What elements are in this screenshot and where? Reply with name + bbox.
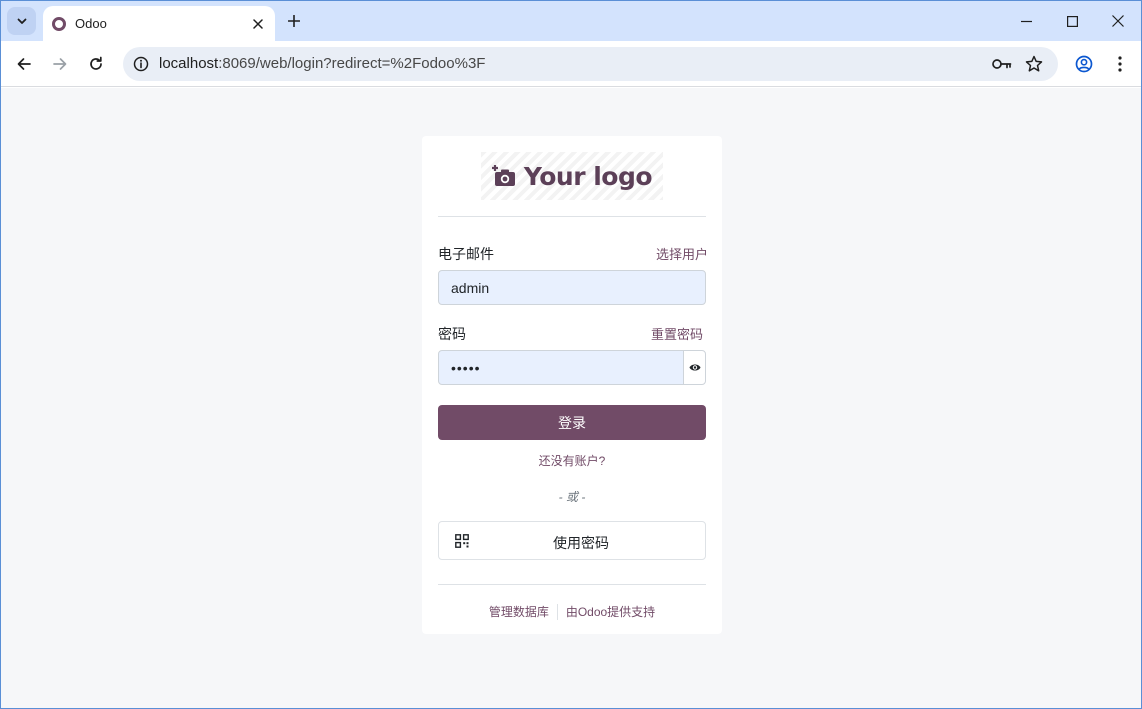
- minimize-button[interactable]: [1003, 1, 1049, 41]
- footer-divider: [438, 584, 706, 585]
- reset-password-link[interactable]: 重置密码: [651, 324, 703, 343]
- maximize-button[interactable]: [1049, 1, 1095, 41]
- email-label: 电子邮件: [438, 246, 494, 262]
- passkey-label: 使用密码: [553, 535, 609, 551]
- forward-button[interactable]: [46, 50, 74, 78]
- email-field[interactable]: admin: [438, 270, 706, 305]
- profile-button[interactable]: [1070, 50, 1098, 78]
- logo-text: Your logo: [523, 161, 653, 191]
- new-tab-button[interactable]: [283, 10, 305, 32]
- company-logo: Your logo: [481, 152, 663, 200]
- profile-icon: [1075, 55, 1093, 73]
- password-group: •••••: [438, 350, 706, 385]
- address-bar[interactable]: localhost:8069/web/login?redirect=%2Fodo…: [123, 47, 1058, 81]
- show-password-button[interactable]: [683, 350, 706, 385]
- or-separator: - 或 -: [558, 490, 586, 504]
- arrow-left-icon: [17, 58, 31, 70]
- arrow-right-icon: [53, 58, 67, 70]
- window-close-button[interactable]: [1095, 1, 1141, 41]
- tab-bar: Odoo: [1, 1, 1141, 41]
- close-icon: [1112, 15, 1124, 27]
- password-key-icon[interactable]: [991, 53, 1013, 75]
- more-vertical-icon: [1118, 56, 1122, 72]
- password-label: 密码: [438, 326, 466, 342]
- url-host: localhost: [159, 55, 219, 72]
- footer-separator: [556, 603, 558, 620]
- tab-title: Odoo: [75, 16, 107, 31]
- reload-icon: [90, 56, 102, 70]
- minimize-icon: [1020, 20, 1032, 22]
- site-info-icon[interactable]: [131, 54, 151, 74]
- url-path: :8069/web/login?redirect=%2Fodoo%3F: [218, 55, 486, 72]
- close-icon: [253, 18, 263, 29]
- manage-databases-link[interactable]: 管理数据库: [489, 603, 549, 620]
- odoo-favicon-icon: [52, 16, 66, 31]
- browser-toolbar: localhost:8069/web/login?redirect=%2Fodo…: [1, 41, 1141, 87]
- login-card: Your logo 电子邮件 选择用户 admin 密码 重置密码 ••••• …: [422, 136, 722, 634]
- login-footer: 管理数据库 由Odoo提供支持: [422, 603, 722, 620]
- password-field[interactable]: •••••: [438, 350, 684, 385]
- maximize-icon: [1066, 15, 1078, 27]
- select-user-link[interactable]: 选择用户: [656, 244, 708, 263]
- back-button[interactable]: [10, 50, 38, 78]
- plus-icon: [288, 15, 300, 27]
- passkey-button[interactable]: 使用密码: [438, 521, 706, 560]
- login-button[interactable]: 登录: [438, 405, 706, 440]
- bookmark-star-icon[interactable]: [1023, 53, 1045, 75]
- chevron-down-icon: [17, 18, 26, 24]
- tab-close-button[interactable]: [247, 13, 269, 35]
- reload-button[interactable]: [82, 50, 110, 78]
- page-body: Your logo 电子邮件 选择用户 admin 密码 重置密码 ••••• …: [1, 88, 1141, 708]
- signup-link[interactable]: 还没有账户?: [422, 452, 722, 469]
- eye-icon: [689, 364, 700, 371]
- add-photo-icon: [491, 165, 515, 186]
- browser-menu-button[interactable]: [1106, 50, 1134, 78]
- tab-search-button[interactable]: [7, 7, 36, 35]
- browser-tab[interactable]: Odoo: [43, 6, 275, 41]
- divider: [438, 216, 706, 217]
- browser-window: Odoo localhost:8069/web/login?redirect=%…: [0, 0, 1142, 709]
- powered-by-odoo-link[interactable]: 由Odoo提供支持: [566, 603, 655, 620]
- url-text[interactable]: localhost:8069/web/login?redirect=%2Fodo…: [159, 55, 485, 72]
